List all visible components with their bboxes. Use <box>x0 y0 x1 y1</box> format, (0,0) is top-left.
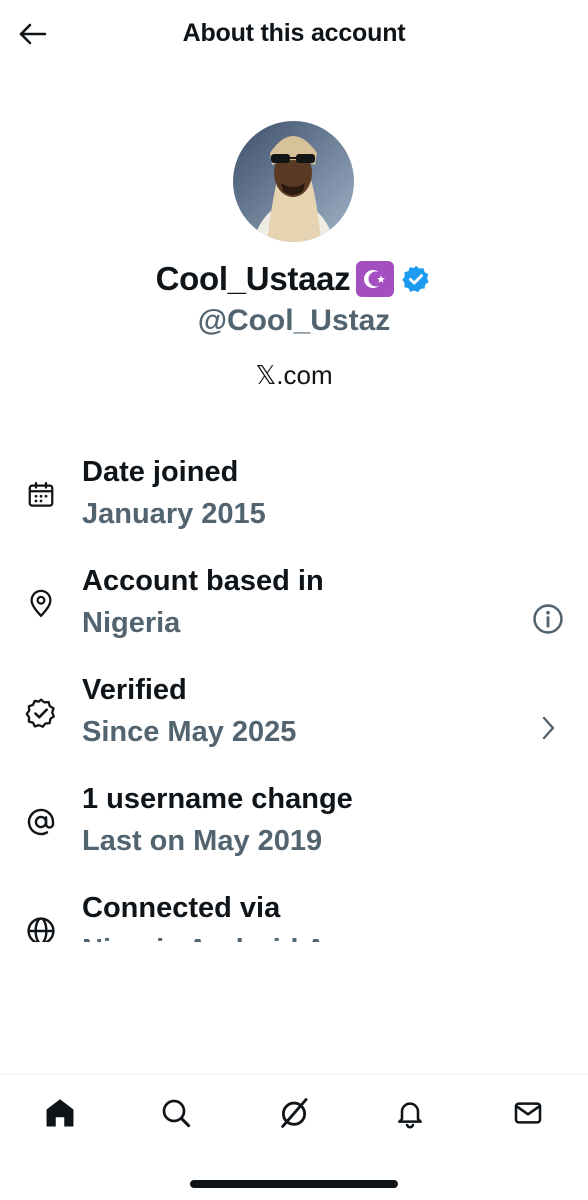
tab-notifications[interactable] <box>390 1093 430 1133</box>
location-pin-icon <box>24 587 58 621</box>
grok-icon <box>281 1098 308 1128</box>
verified-icon <box>24 696 58 730</box>
globe-icon <box>24 914 58 942</box>
connected-via-value: Nigeria Android App <box>82 934 362 942</box>
verified-row[interactable]: Verified Since May 2025 <box>0 670 588 779</box>
username-change-title: 1 username change <box>82 783 353 815</box>
account-based-in-value: Nigeria <box>82 607 181 639</box>
account-based-in-title: Account based in <box>82 565 324 597</box>
name-row: Cool_Ustaaz <box>0 260 588 298</box>
username-change-value: Last on May 2019 <box>82 825 323 857</box>
mail-icon <box>514 1102 542 1124</box>
verified-badge-icon[interactable] <box>400 263 432 295</box>
connected-via-title: Connected via <box>82 892 281 924</box>
header: About this account <box>0 0 588 68</box>
home-indicator <box>190 1180 398 1188</box>
info-icon[interactable] <box>530 601 566 637</box>
date-joined-value: January 2015 <box>82 498 266 530</box>
tab-home[interactable] <box>40 1093 80 1133</box>
date-joined-title: Date joined <box>82 456 239 488</box>
tab-messages[interactable] <box>508 1093 548 1133</box>
display-name: Cool_Ustaaz <box>155 260 351 297</box>
account-info-list: Date joined January 2015 Account based i… <box>0 452 588 942</box>
tab-search[interactable] <box>156 1093 196 1133</box>
avatar[interactable] <box>233 121 354 242</box>
verified-title: Verified <box>82 674 187 706</box>
tab-grok[interactable] <box>274 1093 314 1133</box>
source-label: 𝕏.com <box>255 360 333 390</box>
bell-icon <box>398 1102 422 1129</box>
account-based-in-row: Account based in Nigeria <box>0 561 588 670</box>
date-joined-row: Date joined January 2015 <box>0 452 588 561</box>
verified-value: Since May 2025 <box>82 716 297 748</box>
search-icon <box>162 1099 191 1128</box>
page-title: About this account <box>182 19 406 47</box>
username-change-row: 1 username change Last on May 2019 <box>0 779 588 888</box>
connected-via-row: Connected via Nigeria Android App <box>0 888 588 942</box>
bottom-tab-bar <box>0 1074 588 1200</box>
handle: @Cool_Ustaz <box>197 304 391 337</box>
chevron-right-icon <box>530 710 566 746</box>
at-sign-icon <box>24 805 58 839</box>
home-icon <box>46 1099 74 1127</box>
calendar-icon <box>24 478 58 512</box>
star-and-crescent-icon <box>356 261 395 297</box>
